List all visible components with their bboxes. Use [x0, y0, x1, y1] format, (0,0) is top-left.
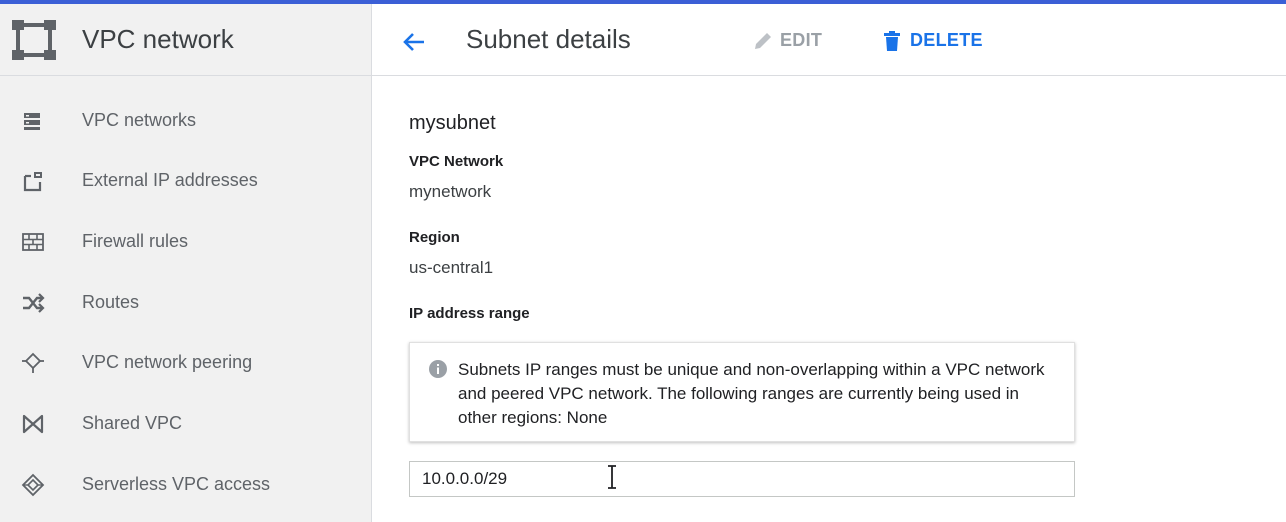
sidebar-item-label: VPC networks [82, 110, 197, 130]
text-cursor-icon [608, 465, 616, 489]
sidebar-item-label: Serverless VPC access [82, 474, 271, 494]
vpc-network-label: VPC Network [409, 153, 504, 170]
sidebar-item-vpc-network-peering[interactable]: VPC network peering [0, 334, 372, 390]
edit-button[interactable]: EDIT [752, 28, 832, 56]
vpc-network-product-icon [12, 20, 56, 60]
sidebar-item-label: External IP addresses [82, 170, 258, 190]
pencil-icon [755, 33, 771, 49]
ip-range-info-box: Subnets IP ranges must be unique and non… [409, 342, 1075, 442]
subnet-name: mysubnet [409, 112, 496, 134]
vpc-network-value: mynetwork [409, 182, 492, 201]
sidebar-item-label: Firewall rules [82, 231, 189, 251]
product-title: VPC network [82, 24, 234, 54]
trash-icon [884, 31, 900, 51]
shared-vpc-icon [22, 414, 44, 434]
page-header: Subnet details EDIT DELETE [372, 4, 1286, 76]
back-arrow-icon[interactable] [396, 24, 432, 60]
delete-button-label: DELETE [910, 30, 983, 50]
sidebar-item-shared-vpc[interactable]: Shared VPC [0, 395, 372, 451]
sidebar-item-firewall-rules[interactable]: Firewall rules [0, 213, 372, 269]
sidebar-item-external-ip-addresses[interactable]: External IP addresses [0, 152, 372, 208]
sidebar-item-routes[interactable]: Routes [0, 274, 372, 330]
sidebar-item-vpc-networks[interactable]: VPC networks [0, 92, 372, 148]
ip-range-label: IP address range [409, 305, 530, 322]
delete-button[interactable]: DELETE [882, 28, 992, 56]
sidebar-item-serverless-vpc-access[interactable]: Serverless VPC access [0, 456, 372, 512]
region-label: Region [409, 229, 460, 246]
peering-icon [22, 352, 44, 373]
ip-range-input[interactable] [409, 461, 1075, 497]
region-value: us-central1 [409, 258, 494, 277]
external-ip-icon [23, 172, 42, 192]
sidebar-header: VPC network [0, 4, 372, 76]
routes-icon [23, 293, 45, 313]
sidebar-item-label: Routes [82, 292, 140, 312]
firewall-icon [22, 233, 44, 251]
sidebar-item-label: Shared VPC [82, 413, 183, 433]
edit-button-label: EDIT [780, 30, 823, 50]
serverless-icon [21, 473, 45, 497]
info-message: Subnets IP ranges must be unique and non… [458, 360, 1045, 427]
sidebar: VPC network VPC networks External IP add… [0, 4, 372, 522]
vpc-networks-icon [24, 113, 40, 130]
page-title: Subnet details [466, 24, 631, 54]
info-icon [429, 360, 447, 378]
sidebar-item-label: VPC network peering [82, 352, 253, 372]
